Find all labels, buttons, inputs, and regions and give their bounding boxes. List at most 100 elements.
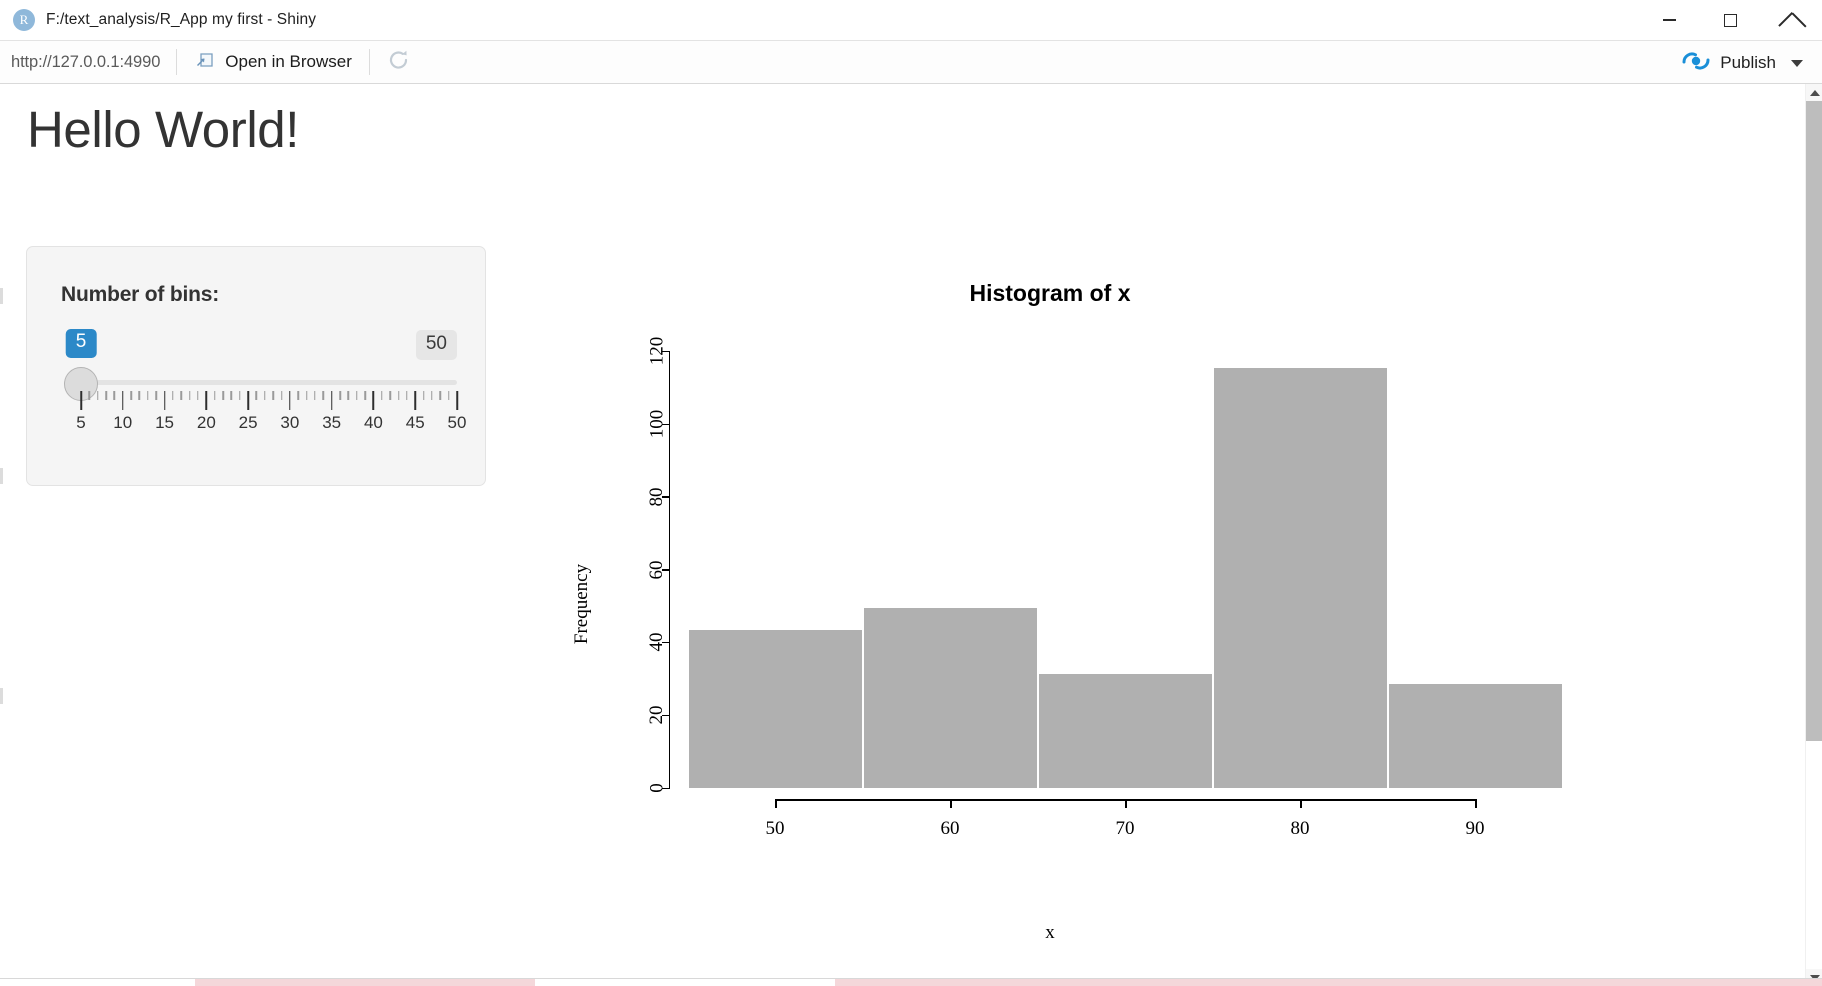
x-axis-tick-label: 60 (940, 818, 960, 839)
slider-tick-label: 50 (447, 413, 467, 432)
open-in-browser-label: Open in Browser (225, 52, 352, 71)
vertical-scrollbar[interactable] (1805, 84, 1822, 986)
slider-tick-label: 40 (363, 413, 383, 432)
scrollbar-thumb[interactable] (1806, 101, 1822, 741)
publish-button[interactable]: Publish (1675, 41, 1809, 85)
y-axis: 0 20 40 60 80 100 120 (634, 334, 670, 793)
bottom-strip (0, 978, 1822, 986)
slider-tick-minor (397, 391, 400, 400)
refresh-icon (387, 48, 411, 77)
minimize-button[interactable] (1639, 0, 1700, 40)
slider-value-bubble: 5 (65, 329, 97, 358)
scroll-up-button[interactable] (1806, 84, 1822, 101)
y-axis-tick-label: 0 (646, 783, 667, 793)
slider-tick-major (205, 391, 208, 410)
slider-tick-label: 20 (196, 413, 216, 432)
bottom-segment-3 (535, 978, 835, 986)
slider-label: Number of bins: (61, 283, 219, 306)
x-axis-tick-label: 70 (1115, 818, 1135, 839)
page-title: Hello World! (27, 101, 300, 158)
slider-tick-minor (197, 391, 199, 400)
x-axis-tick (950, 799, 952, 808)
close-button[interactable] (1761, 0, 1822, 40)
maximize-icon (1724, 13, 1737, 27)
x-axis: 50 60 70 80 90 (670, 799, 1580, 859)
slider-tick-minor (322, 391, 325, 400)
close-icon (1784, 13, 1799, 28)
slider-tick-minor (113, 391, 116, 400)
slider-tick-labels: 5 10 15 20 25 30 35 40 45 50 (76, 413, 466, 435)
slider-tick-minor (105, 391, 107, 400)
slider-tick-minor (364, 391, 366, 400)
slider-tick-major (122, 391, 124, 410)
histogram-bar (1212, 366, 1388, 789)
slider-tick-minor (439, 391, 442, 400)
bins-slider[interactable]: 5 50 5 10 15 20 25 30 35 40 45 50 (55, 329, 466, 449)
slider-tick-minor (147, 391, 149, 400)
shiny-app-content: Hello World! Number of bins: 5 50 5 10 15 2… (0, 84, 1805, 986)
maximize-button[interactable] (1700, 0, 1761, 40)
slider-tick-minor (188, 391, 191, 400)
y-axis-tick-label: 60 (646, 560, 667, 580)
slider-tick-minor (239, 391, 241, 400)
slider-tick-minor (96, 391, 99, 400)
y-axis-label: Frequency (571, 563, 593, 645)
minimize-icon (1663, 19, 1676, 21)
plot-title: Histogram of x (969, 280, 1131, 306)
x-axis-tick (1475, 799, 1477, 808)
chevron-down-icon[interactable] (1791, 59, 1803, 67)
slider-track[interactable] (81, 380, 457, 385)
slider-tick-minor (422, 391, 425, 400)
slider-max-label: 50 (415, 330, 457, 360)
bottom-segment-1 (0, 978, 195, 986)
slider-tick-major (247, 391, 249, 410)
histogram-bars (670, 334, 1580, 789)
slider-tick-minor (264, 391, 266, 400)
slider-tick-minor (305, 391, 308, 400)
slider-tick-minor (155, 391, 157, 400)
histogram-bar (1387, 683, 1563, 789)
slider-tick-minor (213, 391, 216, 400)
sidebar-well-panel: Number of bins: 5 50 5 10 15 20 25 30 35 40 45 50 (26, 246, 486, 486)
slider-tick-major (80, 391, 82, 410)
slider-tick-minor (88, 391, 91, 400)
x-axis-label: x (1045, 922, 1055, 943)
x-axis-tick (775, 799, 777, 808)
x-axis-tick (1125, 799, 1127, 808)
x-axis-tick-label: 50 (765, 818, 785, 839)
slider-tick-label: 30 (280, 413, 300, 432)
slider-tick-minor (172, 391, 174, 400)
publish-label: Publish (1720, 53, 1776, 72)
slider-tick-minor (381, 391, 383, 400)
slider-tick-label: 15 (155, 413, 175, 432)
slider-tick-major (163, 391, 166, 410)
slider-tick-minor (280, 391, 283, 400)
bottom-segment-2 (195, 978, 535, 986)
y-axis-tick-label: 100 (646, 409, 667, 439)
histogram-bar (687, 628, 863, 789)
slider-tick-major (414, 391, 416, 410)
slider-tick-minor (255, 391, 258, 400)
slider-tick-minor (138, 391, 141, 400)
refresh-button[interactable] (370, 40, 428, 84)
slider-tick-minor (222, 391, 224, 400)
y-axis-tick-label: 80 (646, 487, 667, 507)
plot-panel (670, 334, 1580, 789)
slider-tick-major (289, 391, 291, 410)
slider-tick-minor (355, 391, 358, 400)
url-label[interactable]: http://127.0.0.1:4990 (0, 53, 176, 72)
y-axis-tick-label: 40 (646, 632, 667, 652)
window-titlebar: R F:/text_analysis/R_App my first - Shin… (0, 0, 1822, 40)
slider-tick-minor (406, 391, 408, 400)
open-in-browser-button[interactable]: Open in Browser (177, 40, 369, 84)
slider-tick-label: 35 (322, 413, 342, 432)
external-link-icon (194, 49, 216, 76)
r-logo-icon: R (13, 9, 35, 31)
y-axis-tick-label: 20 (646, 705, 667, 725)
y-axis-tick-label: 120 (646, 336, 667, 366)
slider-tick-major (372, 391, 375, 410)
slider-tick-minor (389, 391, 391, 400)
slider-tick-minor (180, 391, 183, 400)
window-title: F:/text_analysis/R_App my first - Shiny (46, 11, 317, 28)
slider-tick-minor (339, 391, 341, 400)
